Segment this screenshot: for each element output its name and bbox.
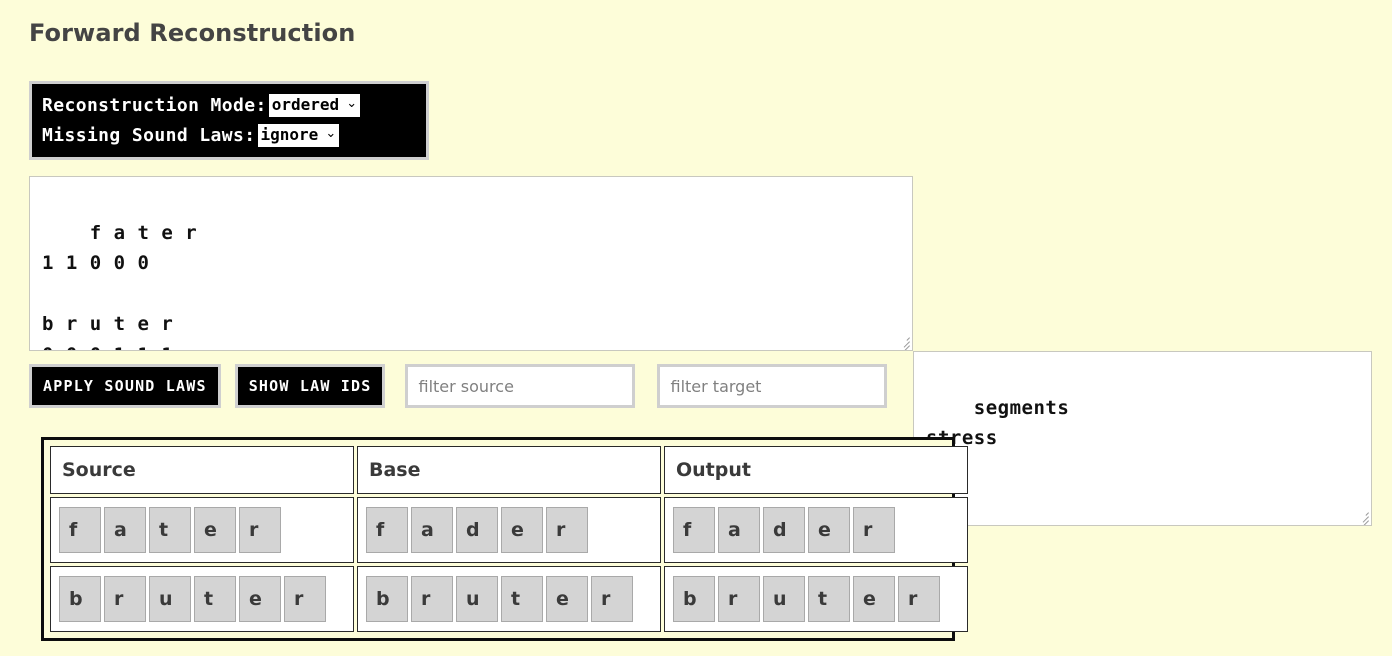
- chevron-down-icon: ⌄: [346, 95, 358, 111]
- segment-token[interactable]: u: [149, 576, 191, 622]
- segment-token[interactable]: t: [149, 507, 191, 553]
- missing-sound-laws-value: ignore: [260, 124, 319, 144]
- segment-token[interactable]: b: [366, 576, 408, 622]
- missing-sound-laws-row: Missing Sound Laws: ignore ⌄: [32, 120, 426, 150]
- segment-token[interactable]: u: [763, 576, 805, 622]
- table-cell-output: bruter: [664, 566, 968, 632]
- segment-list: bruter: [366, 576, 652, 622]
- segment-token[interactable]: a: [718, 507, 760, 553]
- table-cell-source: bruter: [50, 566, 354, 632]
- segment-token[interactable]: e: [546, 576, 588, 622]
- segment-token[interactable]: r: [411, 576, 453, 622]
- show-law-ids-button[interactable]: SHOW LAW IDS: [234, 364, 386, 408]
- segment-list: fater: [59, 507, 345, 553]
- table-cell-base: fader: [357, 497, 661, 563]
- resize-handle-icon[interactable]: [1355, 509, 1369, 525]
- missing-sound-laws-select[interactable]: ignore ⌄: [257, 123, 340, 147]
- segment-token[interactable]: f: [59, 507, 101, 553]
- segment-token[interactable]: r: [239, 507, 281, 553]
- segment-list: fader: [366, 507, 652, 553]
- column-header-base[interactable]: Base: [357, 446, 661, 494]
- chevron-down-icon: ⌄: [325, 125, 337, 141]
- input-textarea[interactable]: f a t e r 1 1 0 0 0 b r u t e r 0 0 0 1 …: [29, 176, 913, 351]
- reconstruction-mode-label: Reconstruction Mode:: [42, 94, 267, 116]
- resize-handle-icon[interactable]: [896, 334, 910, 350]
- table-cell-source: fater: [50, 497, 354, 563]
- segment-token[interactable]: e: [239, 576, 281, 622]
- segment-token[interactable]: r: [898, 576, 940, 622]
- results-table-container: Source Base Output faterfaderfaderbruter…: [41, 437, 968, 641]
- segment-token[interactable]: e: [501, 507, 543, 553]
- segment-token[interactable]: a: [104, 507, 146, 553]
- apply-sound-laws-button[interactable]: APPLY SOUND LAWS: [29, 364, 221, 408]
- segment-token[interactable]: r: [284, 576, 326, 622]
- column-header-source[interactable]: Source: [50, 446, 354, 494]
- segment-token[interactable]: d: [763, 507, 805, 553]
- control-panel: Reconstruction Mode: ordered ⌄ Missing S…: [29, 81, 429, 160]
- filter-source-input[interactable]: [405, 364, 636, 408]
- table-cell-base: bruter: [357, 566, 661, 632]
- reconstruction-mode-row: Reconstruction Mode: ordered ⌄: [32, 90, 426, 120]
- table-cell-output: fader: [664, 497, 968, 563]
- table-row: faterfaderfader: [50, 497, 968, 563]
- page-title: Forward Reconstruction: [29, 19, 356, 47]
- segment-token[interactable]: r: [104, 576, 146, 622]
- segment-token[interactable]: a: [411, 507, 453, 553]
- segment-token[interactable]: f: [673, 507, 715, 553]
- sound-laws-textarea[interactable]: segments stress: [913, 351, 1372, 526]
- segment-token[interactable]: e: [194, 507, 236, 553]
- segment-token[interactable]: e: [853, 576, 895, 622]
- table-header-row: Source Base Output: [50, 446, 968, 494]
- missing-sound-laws-label: Missing Sound Laws:: [42, 124, 256, 146]
- segment-token[interactable]: d: [456, 507, 498, 553]
- segment-token[interactable]: r: [853, 507, 895, 553]
- segment-token[interactable]: e: [808, 507, 850, 553]
- segment-token[interactable]: r: [546, 507, 588, 553]
- results-table: Source Base Output faterfaderfaderbruter…: [47, 443, 971, 635]
- table-row: bruterbruterbruter: [50, 566, 968, 632]
- segment-list: bruter: [59, 576, 345, 622]
- column-header-output[interactable]: Output: [664, 446, 968, 494]
- segment-token[interactable]: r: [591, 576, 633, 622]
- segment-token[interactable]: u: [456, 576, 498, 622]
- app-root: Forward Reconstruction Reconstruction Mo…: [0, 0, 1392, 656]
- segment-token[interactable]: f: [366, 507, 408, 553]
- segment-token[interactable]: t: [501, 576, 543, 622]
- input-textarea-content: f a t e r 1 1 0 0 0 b r u t e r 0 0 0 1 …: [42, 221, 198, 351]
- filter-target-input[interactable]: [657, 364, 888, 408]
- action-row: APPLY SOUND LAWS SHOW LAW IDS: [29, 364, 888, 408]
- reconstruction-mode-value: ordered: [271, 94, 340, 114]
- segment-token[interactable]: t: [808, 576, 850, 622]
- segment-list: bruter: [673, 576, 959, 622]
- segment-token[interactable]: t: [194, 576, 236, 622]
- segment-list: fader: [673, 507, 959, 553]
- segment-token[interactable]: b: [673, 576, 715, 622]
- segment-token[interactable]: b: [59, 576, 101, 622]
- reconstruction-mode-select[interactable]: ordered ⌄: [268, 93, 361, 117]
- segment-token[interactable]: r: [718, 576, 760, 622]
